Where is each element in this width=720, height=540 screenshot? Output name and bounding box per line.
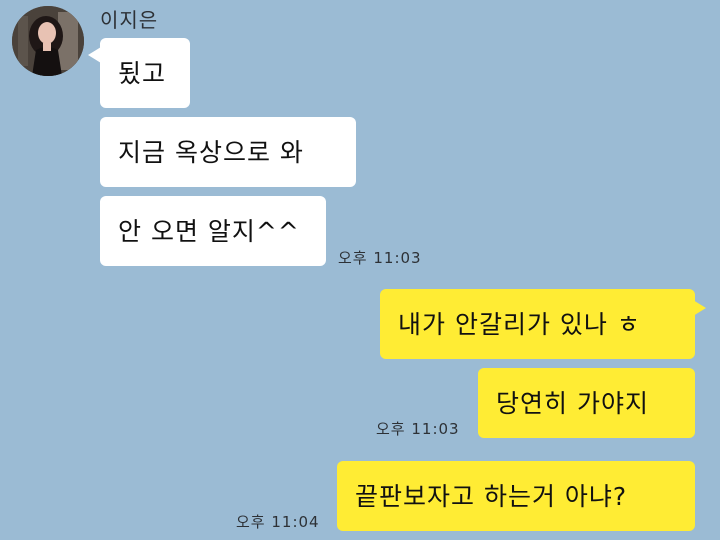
message-timestamp: 오후 11:03 xyxy=(338,249,422,267)
message-text: 당연히 가야지 xyxy=(496,388,649,418)
message-timestamp: 오후 11:04 xyxy=(236,513,320,531)
message-text: 끝판보자고 하는거 아냐? xyxy=(355,481,628,511)
message-text: 안 오면 알지^^ xyxy=(118,216,300,246)
message-bubble-incoming[interactable]: 안 오면 알지^^ xyxy=(100,196,326,266)
message-text: 내가 안갈리가 있나 ㅎ xyxy=(398,309,641,339)
message-bubble-outgoing[interactable]: 내가 안갈리가 있나 ㅎ xyxy=(380,289,695,359)
message-bubble-outgoing[interactable]: 당연히 가야지 xyxy=(478,368,695,438)
avatar-photo xyxy=(12,6,84,76)
message-text: 됬고 xyxy=(118,58,167,88)
chat-screen: 이지은 됬고 지금 옥상으로 와 안 오면 알지^^ 오후 11:03 내가 안… xyxy=(0,0,720,540)
message-bubble-incoming[interactable]: 됬고 xyxy=(100,38,190,108)
contact-avatar[interactable] xyxy=(12,6,84,76)
message-text: 지금 옥상으로 와 xyxy=(118,137,304,167)
message-bubble-incoming[interactable]: 지금 옥상으로 와 xyxy=(100,117,356,187)
message-timestamp: 오후 11:03 xyxy=(376,420,460,438)
sender-name: 이지은 xyxy=(100,8,159,32)
message-bubble-outgoing[interactable]: 끝판보자고 하는거 아냐? xyxy=(337,461,695,531)
